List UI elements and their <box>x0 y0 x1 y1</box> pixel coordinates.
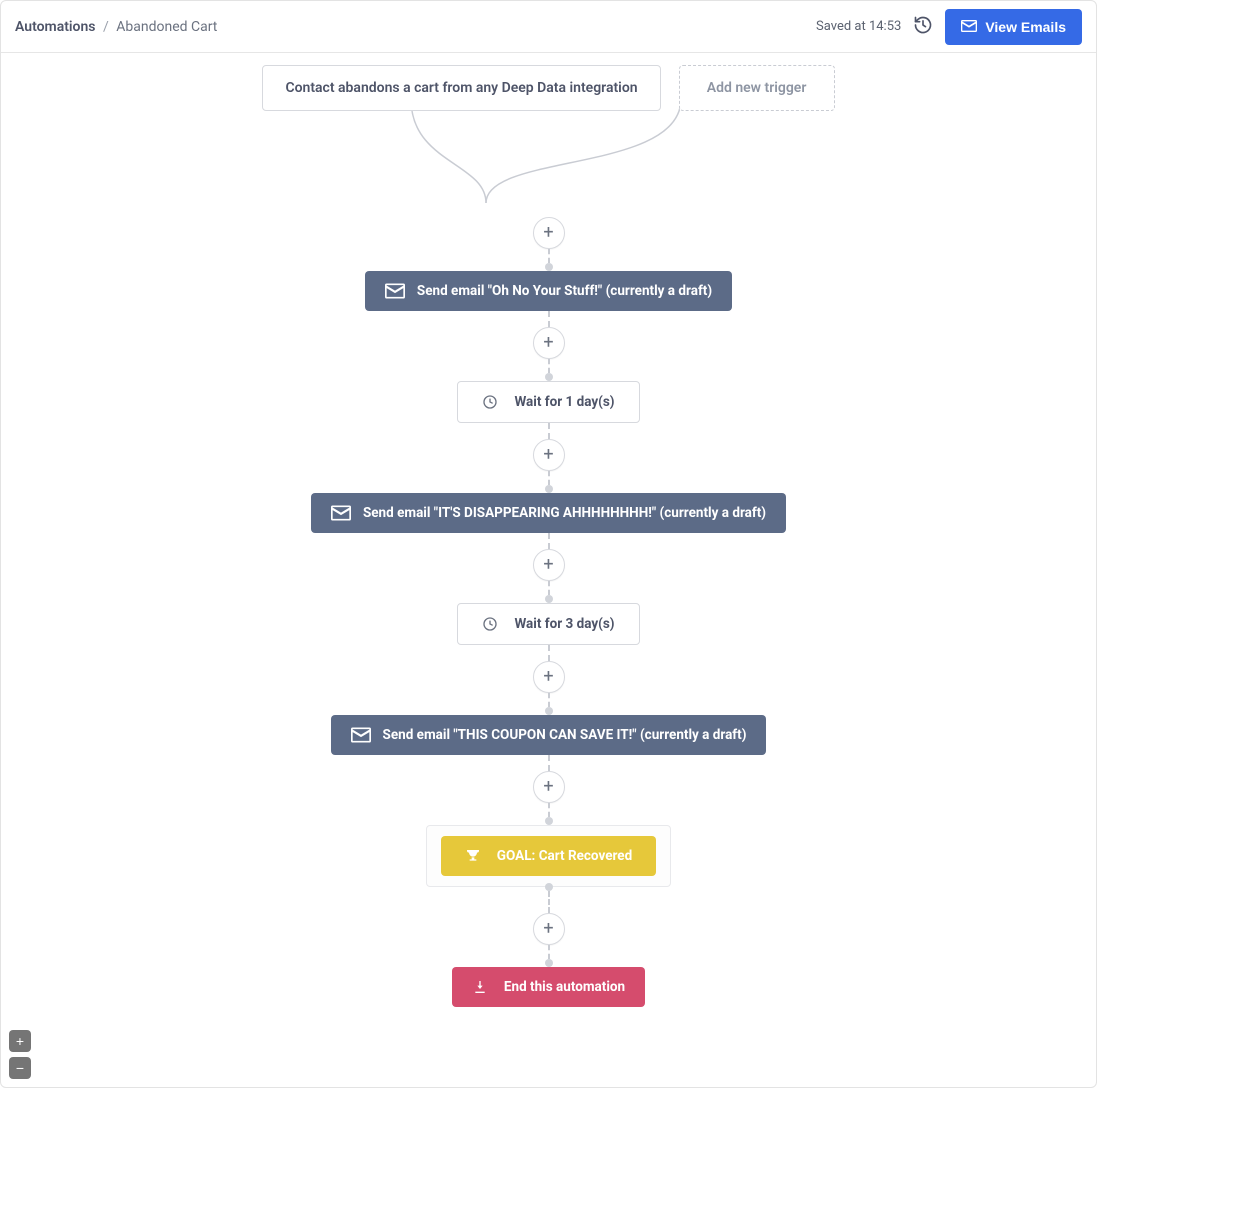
add-step-button[interactable]: + <box>533 661 565 693</box>
automation-canvas[interactable]: Contact abandons a cart from any Deep Da… <box>1 53 1096 1087</box>
connector-dot <box>545 959 553 967</box>
connector <box>548 945 550 959</box>
add-step-button[interactable]: + <box>533 327 565 359</box>
goal-frame: GOAL: Cart Recovered <box>426 825 671 887</box>
add-trigger-label: Add new trigger <box>707 80 807 96</box>
step-label: Wait for 3 day(s) <box>514 616 614 632</box>
mail-icon <box>331 505 351 521</box>
connector-dot <box>545 595 553 603</box>
step-label: End this automation <box>504 979 625 995</box>
mail-icon <box>961 19 977 35</box>
connector-dot <box>545 817 553 825</box>
step-label: Send email "IT'S DISAPPEARING AHHHHHHHH!… <box>363 505 766 521</box>
connector <box>548 311 550 327</box>
zoom-out-button[interactable]: − <box>9 1057 31 1079</box>
mail-icon <box>385 283 405 299</box>
history-icon[interactable] <box>913 15 933 39</box>
topbar-right: Saved at 14:53 View Emails <box>816 9 1082 45</box>
connector-dot <box>545 883 553 891</box>
connector-dot <box>545 485 553 493</box>
trigger-label: Contact abandons a cart from any Deep Da… <box>285 80 637 96</box>
connector <box>548 891 550 913</box>
add-step-button[interactable]: + <box>533 913 565 945</box>
flow-column: Contact abandons a cart from any Deep Da… <box>1 61 1096 1007</box>
saved-status: Saved at 14:53 <box>816 19 901 34</box>
connector <box>548 755 550 771</box>
connector-dot <box>545 263 553 271</box>
breadcrumb: Automations / Abandoned Cart <box>15 19 217 35</box>
connector <box>548 471 550 485</box>
add-step-button[interactable]: + <box>533 549 565 581</box>
connector <box>548 581 550 595</box>
send-email-step-2[interactable]: Send email "IT'S DISAPPEARING AHHHHHHHH!… <box>311 493 786 533</box>
end-automation-step[interactable]: End this automation <box>452 967 645 1007</box>
zoom-controls: + − <box>9 1030 31 1079</box>
connector <box>548 645 550 661</box>
exit-icon <box>472 979 492 995</box>
send-email-step-1[interactable]: Send email "Oh No Your Stuff!" (currentl… <box>365 271 732 311</box>
connector <box>548 359 550 373</box>
clock-icon <box>482 616 502 632</box>
add-trigger-button[interactable]: Add new trigger <box>679 65 835 111</box>
step-label: Wait for 1 day(s) <box>514 394 614 410</box>
connector-dot <box>545 707 553 715</box>
connector <box>548 803 550 817</box>
view-emails-label: View Emails <box>985 19 1066 35</box>
goal-step[interactable]: GOAL: Cart Recovered <box>441 836 656 876</box>
step-label: GOAL: Cart Recovered <box>497 848 632 864</box>
add-step-button[interactable]: + <box>533 217 565 249</box>
top-bar: Automations / Abandoned Cart Saved at 14… <box>1 1 1096 53</box>
breadcrumb-separator: / <box>99 19 113 35</box>
wait-step-2[interactable]: Wait for 3 day(s) <box>457 603 639 645</box>
connector <box>548 533 550 549</box>
step-label: Send email "Oh No Your Stuff!" (currentl… <box>417 283 712 299</box>
trigger-card[interactable]: Contact abandons a cart from any Deep Da… <box>262 65 660 111</box>
connector <box>548 693 550 707</box>
view-emails-button[interactable]: View Emails <box>945 9 1082 45</box>
zoom-in-button[interactable]: + <box>9 1030 31 1052</box>
mail-icon <box>351 727 371 743</box>
app-shell: Automations / Abandoned Cart Saved at 14… <box>0 0 1097 1088</box>
trigger-row: Contact abandons a cart from any Deep Da… <box>262 61 834 111</box>
connector <box>548 249 550 263</box>
add-step-button[interactable]: + <box>533 771 565 803</box>
send-email-step-3[interactable]: Send email "THIS COUPON CAN SAVE IT!" (c… <box>331 715 767 755</box>
step-label: Send email "THIS COUPON CAN SAVE IT!" (c… <box>383 727 747 743</box>
trophy-icon <box>465 848 485 864</box>
add-step-button[interactable]: + <box>533 439 565 471</box>
clock-icon <box>482 394 502 410</box>
breadcrumb-leaf: Abandoned Cart <box>116 19 217 35</box>
wait-step-1[interactable]: Wait for 1 day(s) <box>457 381 639 423</box>
connector <box>548 423 550 439</box>
connector-dot <box>545 373 553 381</box>
breadcrumb-root[interactable]: Automations <box>15 19 96 35</box>
